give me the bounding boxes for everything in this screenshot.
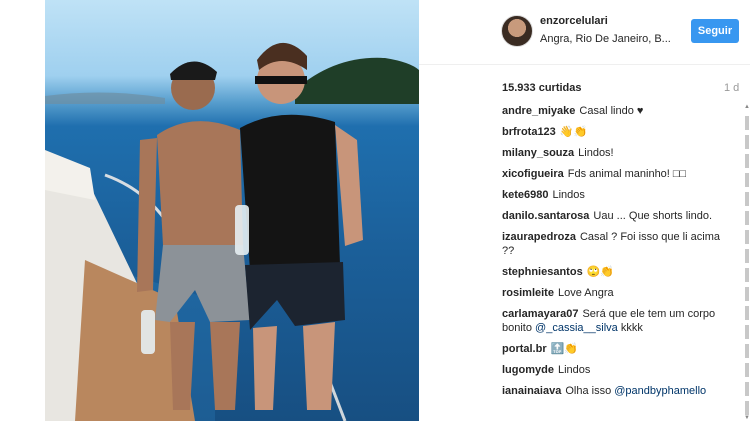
follow-button[interactable]: Seguir xyxy=(691,19,739,43)
comment-text: Uau ... Que shorts lindo. xyxy=(593,210,713,222)
scroll-up-arrow-icon[interactable]: ▲ xyxy=(744,104,750,110)
comment-username[interactable]: portal.br xyxy=(502,343,547,355)
comment-username[interactable]: lugomyde xyxy=(502,364,554,376)
comment-item: ianainaiava Olha isso @pandbyphamello xyxy=(502,384,732,398)
comment-username[interactable]: andre_miyake xyxy=(502,105,575,117)
comment-item: milany_souza Lindos! xyxy=(502,146,732,160)
comment-mention[interactable]: @_cassia__silva xyxy=(535,322,618,334)
post-time[interactable]: 1 d xyxy=(724,82,739,94)
comment-text: Fds animal maninho! □□ xyxy=(567,168,687,180)
post-username[interactable]: enzorcelulari xyxy=(540,15,608,27)
avatar[interactable] xyxy=(501,15,533,47)
comment-text: Lindos! xyxy=(578,147,614,159)
comment-username[interactable]: danilo.santarosa xyxy=(502,210,589,222)
comment-item: portal.br 🔝👏 xyxy=(502,342,732,356)
comment-username[interactable]: xicofigueira xyxy=(502,168,564,180)
comment-mention[interactable]: @pandbyphamello xyxy=(614,385,706,397)
comments-list: andre_miyake Casal lindo ♥ brfrota123 👋👏 m… xyxy=(502,104,732,421)
comment-text: Lindos xyxy=(552,189,585,201)
comment-text-tail: kkkk xyxy=(620,322,643,334)
comment-item: kete6980 Lindos xyxy=(502,188,732,202)
post-header: enzorcelulari Angra, Rio De Janeiro, B..… xyxy=(419,0,750,65)
comment-text: Olha isso xyxy=(565,385,612,397)
comment-text: 🔝👏 xyxy=(550,343,579,355)
comment-item: stephniesantos 🙄👏 xyxy=(502,265,732,279)
comments-scrollbar[interactable]: ▲ ▼ xyxy=(744,104,750,421)
comment-username[interactable]: ianainaiava xyxy=(502,385,561,397)
comment-username[interactable]: kete6980 xyxy=(502,189,549,201)
comment-item: xicofigueira Fds animal maninho! □□ xyxy=(502,167,732,181)
likes-count[interactable]: 15.933 curtidas xyxy=(502,82,582,94)
comment-username[interactable]: rosimleite xyxy=(502,287,554,299)
comment-username[interactable]: izaurapedroza xyxy=(502,231,576,243)
comment-text: 👋👏 xyxy=(559,126,588,138)
comment-item: brfrota123 👋👏 xyxy=(502,125,732,139)
scrollbar-thumb[interactable] xyxy=(745,116,749,416)
post-photo[interactable] xyxy=(45,0,419,421)
comment-item: izaurapedroza Casal ? Foi isso que li aci… xyxy=(502,230,732,258)
comment-text: Casal lindo ♥ xyxy=(579,105,644,117)
photo-illustration xyxy=(45,42,419,421)
comment-item: lugomyde Lindos xyxy=(502,363,732,377)
comment-username[interactable]: milany_souza xyxy=(502,147,574,159)
comment-text: 🙄👏 xyxy=(586,266,615,278)
comment-text: Lindos xyxy=(557,364,591,376)
comment-item: rosimleite Love Angra xyxy=(502,286,732,300)
comment-item: andre_miyake Casal lindo ♥ xyxy=(502,104,732,118)
comment-username[interactable]: stephniesantos xyxy=(502,266,583,278)
comment-text: Love Angra xyxy=(557,287,614,299)
comment-username[interactable]: carlamayara07 xyxy=(502,308,578,320)
comment-username[interactable]: brfrota123 xyxy=(502,126,556,138)
scroll-down-arrow-icon[interactable]: ▼ xyxy=(744,415,750,421)
comment-item: danilo.santarosa Uau ... Que shorts lindo… xyxy=(502,209,732,223)
comment-item: carlamayara07 Será que ele tem um corpo b… xyxy=(502,307,732,335)
post-sidebar: enzorcelulari Angra, Rio De Janeiro, B..… xyxy=(419,0,750,421)
post-location[interactable]: Angra, Rio De Janeiro, B... xyxy=(540,33,680,45)
